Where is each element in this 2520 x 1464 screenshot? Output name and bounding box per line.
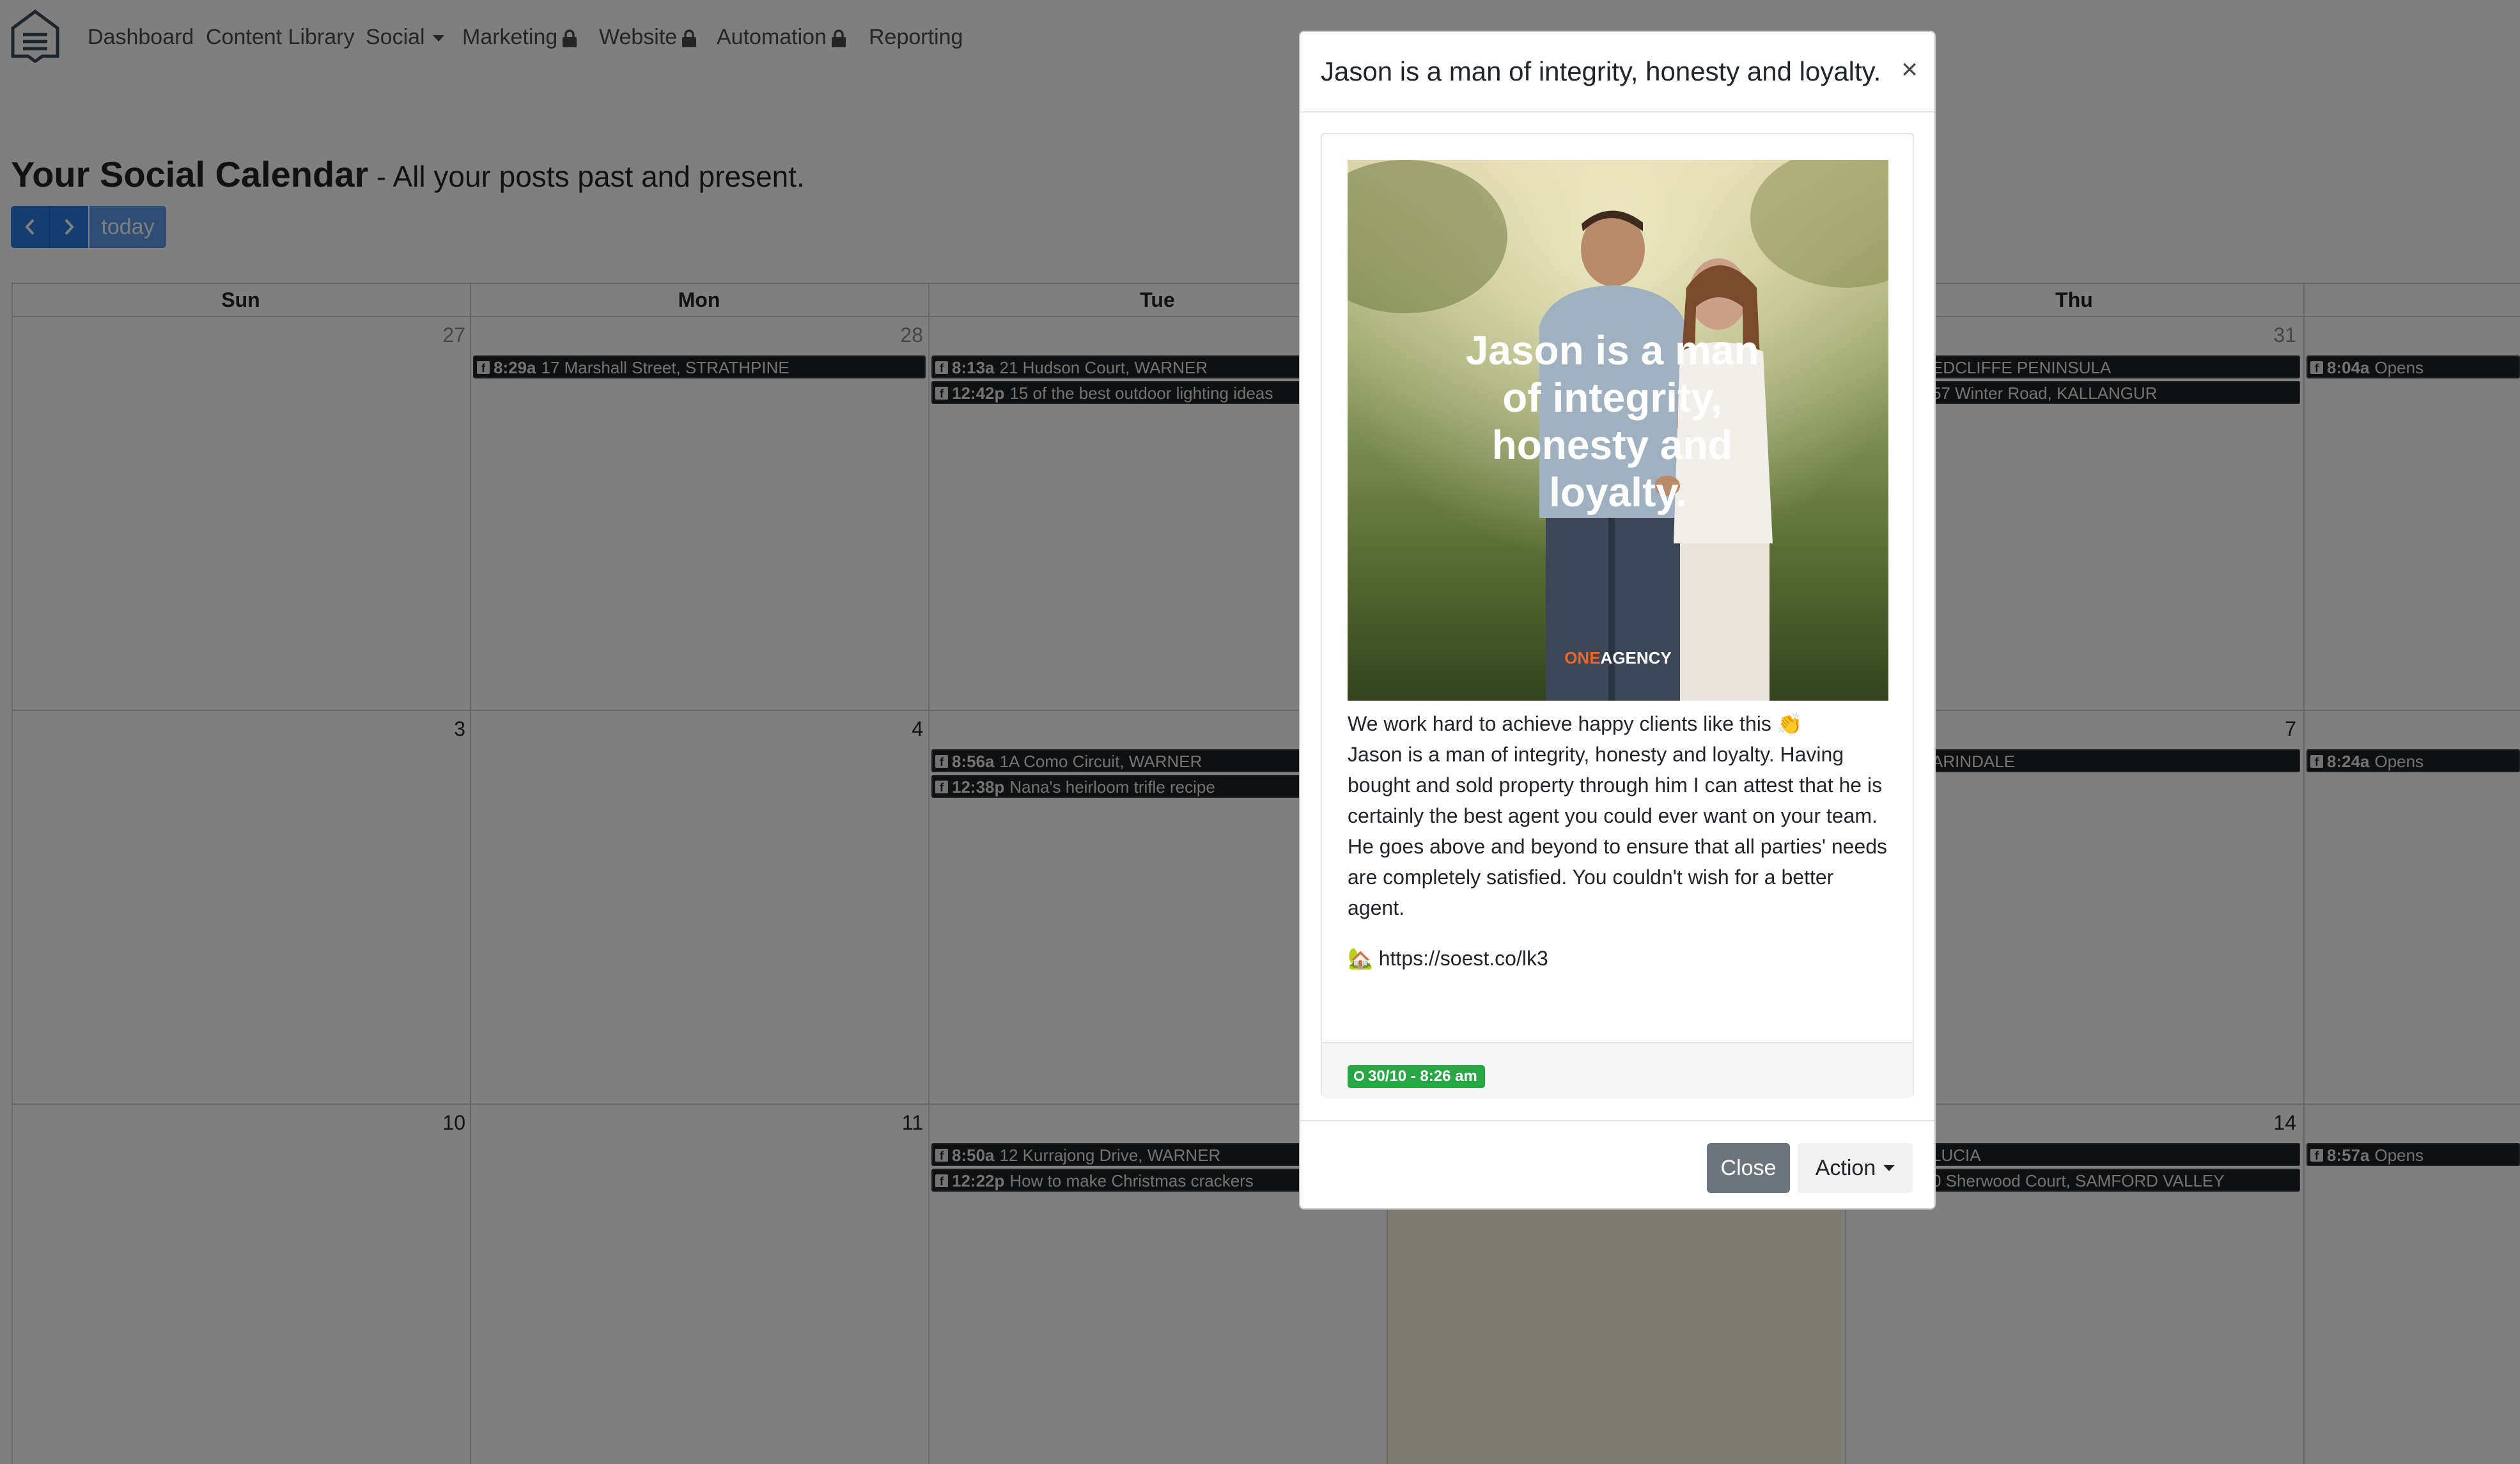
- svg-text:ONEAGENCY: ONEAGENCY: [1564, 648, 1672, 667]
- post-card-footer: 30/10 - 8:26 am: [1322, 1042, 1913, 1098]
- modal-backdrop[interactable]: [0, 0, 2520, 1464]
- post-link-row: 🏡 https://soest.co/lk3: [1348, 946, 1548, 970]
- schedule-badge-text: 30/10 - 8:26 am: [1368, 1068, 1477, 1085]
- post-image: Jason is a man of integrity, honesty and…: [1348, 160, 1888, 701]
- modal-header: Jason is a man of integrity, honesty and…: [1300, 32, 1934, 113]
- action-button-label: Action: [1815, 1155, 1876, 1180]
- couple-photo: Jason is a man of integrity, honesty and…: [1348, 160, 1888, 701]
- close-button[interactable]: Close: [1707, 1143, 1790, 1193]
- action-dropdown-button[interactable]: Action: [1798, 1143, 1913, 1193]
- modal-title: Jason is a man of integrity, honesty and…: [1321, 56, 1881, 86]
- chevron-down-icon: [1883, 1165, 1895, 1171]
- post-modal: Jason is a man of integrity, honesty and…: [1299, 31, 1936, 1210]
- close-icon[interactable]: ×: [1901, 54, 1918, 86]
- house-icon: 🏡: [1348, 947, 1373, 970]
- post-paragraph: Jason is a man of integrity, honesty and…: [1348, 743, 1888, 919]
- clock-icon: [1354, 1070, 1364, 1081]
- modal-footer: Close Action: [1300, 1120, 1934, 1211]
- post-card: Jason is a man of integrity, honesty and…: [1321, 133, 1914, 1098]
- post-link[interactable]: https://soest.co/lk3: [1379, 947, 1548, 970]
- post-body: We work hard to achieve happy clients li…: [1348, 708, 1891, 923]
- close-button-label: Close: [1720, 1155, 1777, 1180]
- schedule-badge: 30/10 - 8:26 am: [1348, 1065, 1485, 1088]
- post-intro-line: We work hard to achieve happy clients li…: [1348, 712, 1803, 735]
